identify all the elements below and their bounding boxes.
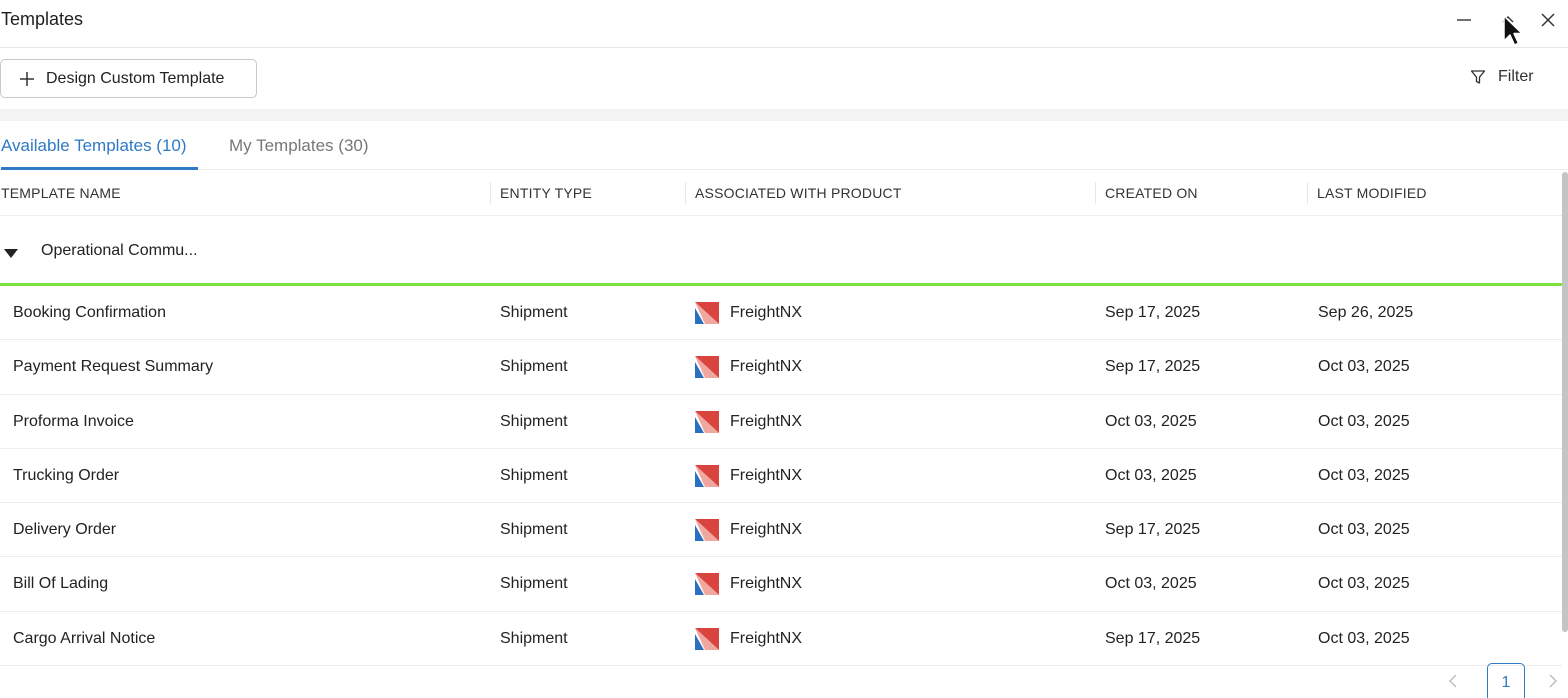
funnel-icon [1470,69,1486,85]
tab-available-templates[interactable]: Available Templates (10) [1,136,198,170]
title-bar: Templates [0,0,1568,48]
tab-my-templates[interactable]: My Templates (30) [229,136,369,170]
last-modified-cell: Oct 03, 2025 [1318,412,1410,430]
product-cell: FreightNX [695,395,802,449]
freightnx-logo-icon [695,302,719,324]
window-title: Templates [1,9,84,29]
template-name-cell[interactable]: Trucking Order [13,449,119,503]
product-name: FreightNX [730,304,803,321]
last-modified-cell: Oct 03, 2025 [1318,358,1410,376]
template-name-cell[interactable]: Proforma Invoice [13,395,134,449]
pagination: 1 [0,656,1568,698]
table-row[interactable]: Bill Of Lading Shipment FreightNX Oct 03… [0,557,1562,612]
product-name: FreightNX [730,575,803,593]
page-number-button[interactable]: 1 [1487,663,1525,698]
product-cell: FreightNX [695,286,802,340]
design-custom-template-label: Design Custom Template [46,69,225,87]
template-name-cell[interactable]: Bill Of Lading [13,557,108,611]
templates-table: TEMPLATE NAME ENTITY TYPE ASSOCIATED WIT… [0,170,1562,667]
table-row[interactable]: Payment Request Summary Shipment Freight… [0,340,1562,395]
product-name: FreightNX [730,412,803,430]
freightnx-logo-icon [695,464,719,487]
previous-page-button[interactable] [1448,674,1458,693]
created-on-cell: Oct 03, 2025 [1105,466,1197,484]
close-button[interactable] [1534,6,1562,34]
column-header-last-modified[interactable]: LAST MODIFIED [1307,170,1427,216]
minimize-button[interactable] [1450,6,1478,34]
column-header-associated-product[interactable]: ASSOCIATED WITH PRODUCT [685,170,902,216]
template-name-cell[interactable]: Payment Request Summary [13,340,213,394]
created-on-cell: Sep 17, 2025 [1105,358,1201,376]
close-icon [1541,13,1555,27]
last-modified-cell: Oct 03, 2025 [1318,466,1410,484]
last-modified-cell: Sep 26, 2025 [1318,304,1414,321]
filter-button[interactable]: Filter [1470,68,1534,86]
chevron-right-icon [1549,674,1557,688]
design-custom-template-button[interactable]: Design Custom Template [0,59,257,98]
minimize-icon [1457,19,1471,21]
column-header-template-name[interactable]: TEMPLATE NAME [1,170,121,216]
template-name-cell[interactable]: Booking Confirmation [13,286,166,340]
entity-type-cell: Shipment [500,575,568,593]
entity-type-cell: Shipment [500,358,568,376]
created-on-cell: Oct 03, 2025 [1105,575,1197,593]
chevron-left-icon [1449,674,1457,688]
created-on-cell: Sep 17, 2025 [1105,304,1201,321]
last-modified-cell: Oct 03, 2025 [1318,575,1410,593]
table-body: Booking Confirmation Shipment FreightNX … [0,286,1562,667]
created-on-cell: Oct 03, 2025 [1105,412,1197,430]
next-page-button[interactable] [1548,674,1558,693]
freightnx-logo-icon [695,573,719,596]
caret-down-icon[interactable] [4,246,18,264]
product-name: FreightNX [730,358,803,376]
last-modified-cell: Oct 03, 2025 [1318,521,1410,539]
maximize-button[interactable] [1494,6,1522,34]
entity-type-cell: Shipment [500,412,568,430]
group-label: Operational Commu... [41,242,198,259]
product-name: FreightNX [730,521,803,539]
product-cell: FreightNX [695,340,802,394]
group-row[interactable]: Operational Commu... [0,216,1562,286]
table-row[interactable]: Delivery Order Shipment FreightNX Sep 17… [0,503,1562,558]
entity-type-cell: Shipment [500,304,568,321]
toolbar: Design Custom Template Filter [0,48,1568,109]
table-header: TEMPLATE NAME ENTITY TYPE ASSOCIATED WIT… [0,170,1562,216]
table-row[interactable]: Booking Confirmation Shipment FreightNX … [0,286,1562,341]
entity-type-cell: Shipment [500,521,568,539]
freightnx-logo-icon [695,627,719,650]
column-header-created-on[interactable]: CREATED ON [1095,170,1198,216]
product-cell: FreightNX [695,557,802,611]
vertical-scrollbar[interactable] [1562,172,1568,632]
freightnx-logo-icon [695,356,719,379]
tab-bar: Available Templates (10) My Templates (3… [0,121,1568,170]
table-row[interactable]: Trucking Order Shipment FreightNX Oct 03… [0,449,1562,504]
product-name: FreightNX [730,466,803,484]
filter-label: Filter [1498,68,1534,85]
created-on-cell: Sep 17, 2025 [1105,521,1201,539]
plus-icon [19,71,35,87]
template-name-cell[interactable]: Delivery Order [13,503,116,557]
section-divider [0,109,1568,121]
freightnx-logo-icon [695,519,719,542]
product-cell: FreightNX [695,449,802,503]
table-row[interactable]: Proforma Invoice Shipment FreightNX Oct … [0,395,1562,449]
column-header-entity-type[interactable]: ENTITY TYPE [490,170,592,216]
freightnx-logo-icon [695,410,719,433]
product-cell: FreightNX [695,503,802,557]
entity-type-cell: Shipment [500,466,568,484]
maximize-icon [1502,16,1514,23]
